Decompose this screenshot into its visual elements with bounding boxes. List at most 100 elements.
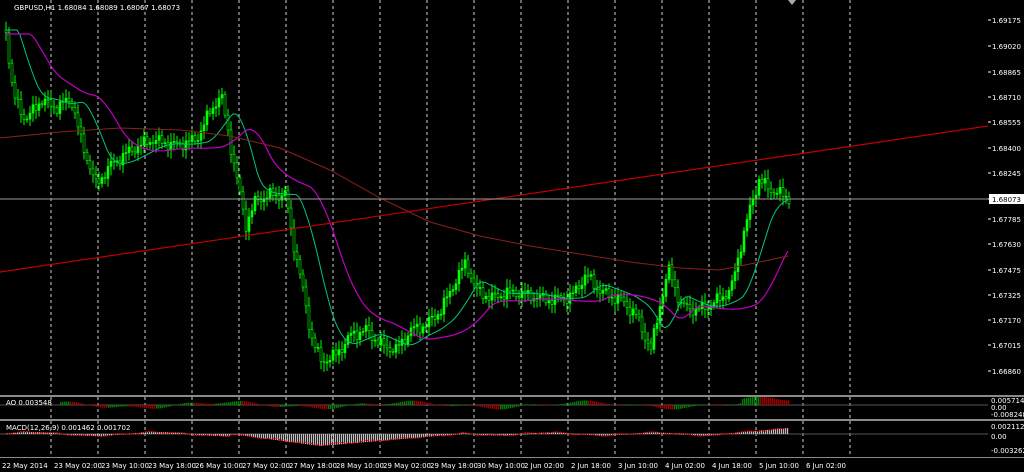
ao-bar [332, 405, 334, 409]
ao-bar [392, 403, 394, 405]
macd-histogram-bar [225, 434, 227, 436]
candle-body [499, 296, 503, 299]
price-tick-label: 1.67630 [992, 241, 1021, 249]
ao-bar [322, 405, 324, 410]
ao-bar [162, 405, 164, 409]
time-axis[interactable]: 22 May 2014 23 May 02:00 23 May 10:00 23 Ma… [0, 457, 1024, 472]
candle-body [70, 101, 74, 108]
candle-body [478, 287, 482, 289]
macd-axis[interactable]: 0.002112 0.00 -0.003262 [988, 421, 1024, 457]
macd-histogram-bar [601, 434, 603, 436]
candle-body [427, 316, 431, 328]
candle-body [340, 349, 344, 353]
ao-bar [356, 403, 358, 405]
ao-bar [710, 405, 712, 406]
candle-body [133, 150, 137, 154]
ao-axis[interactable]: 0.005714 0.00 -0.008248 [988, 397, 1024, 419]
price-tick-label: 1.67785 [992, 216, 1021, 224]
macd-histogram-bar [741, 432, 743, 434]
candle-body [469, 272, 473, 279]
candle-body [775, 193, 779, 195]
candle-body [388, 347, 392, 352]
macd-histogram-bar [701, 434, 703, 436]
macd-pane[interactable]: MACD(12,26,9) 0.001462 0.001702 [0, 421, 988, 457]
candle-body [22, 114, 26, 120]
ao-pane[interactable]: AO 0.003548 [0, 397, 988, 419]
candle-body [124, 152, 128, 154]
ao-bar [204, 403, 206, 405]
macd-histogram-bar [145, 432, 147, 434]
ao-bar [90, 405, 92, 406]
ao-bar [546, 404, 548, 406]
ao-bar [560, 404, 562, 405]
macd-histogram-bar [347, 434, 349, 444]
ao-bar [232, 401, 234, 405]
shift-marker-icon[interactable] [788, 0, 796, 5]
price-pane[interactable]: GBPUSD,H1 1.68084 1.68089 1.68067 1.6807… [0, 0, 988, 395]
ao-bar [542, 404, 544, 406]
macd-histogram-bar [199, 434, 201, 436]
macd-histogram-bar [111, 434, 113, 436]
ao-bar [244, 401, 246, 405]
ao-bar [552, 404, 554, 406]
ao-bar [690, 405, 692, 407]
candle-body [688, 303, 692, 310]
chart-window[interactable]: GBPUSD,H1 1.68084 1.68089 1.68067 1.6807… [0, 0, 1024, 472]
macd-histogram-bar [381, 434, 383, 441]
macd-histogram-bar [529, 433, 531, 435]
ao-bar [656, 405, 658, 408]
ao-bar [780, 399, 782, 405]
ao-bar [626, 405, 628, 406]
ao-chart [0, 397, 988, 419]
candle-body [268, 188, 272, 199]
ao-bar [114, 405, 116, 408]
macd-histogram-bar [67, 434, 69, 435]
ao-bar [202, 403, 204, 405]
macd-histogram-bar [177, 432, 179, 434]
ao-bar [420, 401, 422, 405]
macd-histogram-bar [313, 434, 315, 446]
ao-bar [194, 402, 196, 405]
ao-bar [82, 403, 84, 405]
price-axis[interactable]: 1.69175 1.69020 1.68865 1.68710 1.68555 1.684… [988, 0, 1024, 395]
ao-bar [270, 405, 272, 407]
ao-bar [638, 404, 640, 406]
ao-bar [348, 405, 350, 406]
ao-bar [138, 405, 140, 408]
ao-bar [678, 405, 680, 410]
ao-bar [496, 405, 498, 410]
macd-histogram-bar [455, 434, 457, 435]
candle-body [445, 296, 449, 299]
ao-bar [256, 403, 258, 405]
candle-body [634, 308, 638, 315]
candle-body [460, 267, 464, 271]
candle-body [40, 103, 44, 106]
macd-histogram-bar [315, 434, 317, 446]
price-tick-label: 1.66860 [992, 368, 1021, 376]
candle-body [55, 107, 59, 114]
ao-bar [208, 403, 210, 405]
candle-body [610, 296, 614, 299]
ao-bar [674, 405, 676, 410]
candle-body [451, 289, 455, 292]
macd-histogram-bar [513, 434, 515, 435]
ao-bar [426, 402, 428, 405]
candle-body [352, 330, 356, 334]
ao-bar [630, 404, 632, 406]
ao-bar [538, 404, 540, 405]
price-chart[interactable] [0, 0, 988, 395]
candle-body [490, 292, 494, 301]
ao-bar [604, 403, 606, 405]
candle-body [244, 208, 248, 232]
candle-body [424, 326, 428, 329]
candle-body [619, 294, 623, 298]
ao-bar [214, 403, 216, 405]
candle-body [85, 152, 89, 162]
macd-histogram-bar [353, 434, 355, 444]
candle-body [334, 349, 338, 356]
candle-body [715, 293, 719, 304]
candle-body [34, 104, 38, 111]
macd-histogram-bar [25, 432, 27, 434]
candle-body [604, 288, 608, 291]
price-tick-label: 1.67475 [992, 267, 1021, 275]
